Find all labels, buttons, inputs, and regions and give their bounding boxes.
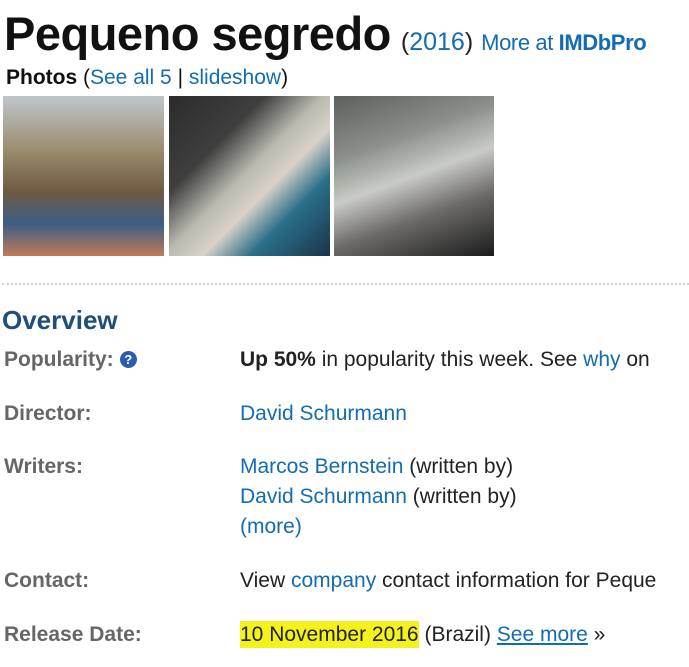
writer-role: (written by): [403, 455, 514, 478]
release-date-value: 10 November 2016 (Brazil) See more »: [240, 621, 606, 648]
release-date-highlight: 10 November 2016: [240, 621, 419, 648]
title-row: Pequeno segredo (2016) More at IMDbPro: [4, 6, 647, 61]
release-date-label: Release Date:: [4, 623, 142, 646]
photos-header: Photos (See all 5 | slideshow): [6, 66, 288, 90]
writer-item: Marcos Bernstein (written by): [240, 455, 513, 479]
imdbpro-brand: IMDbPro: [558, 30, 647, 55]
release-country: (Brazil): [418, 623, 497, 646]
see-more-arrow: »: [587, 623, 606, 646]
popularity-value: Up 50% in popularity this week. See why …: [240, 348, 650, 372]
popularity-label-text: Popularity:: [4, 348, 114, 371]
imdbpro-link-prefix: More at: [481, 30, 559, 55]
writers-label: Writers:: [4, 455, 83, 478]
popularity-trail: on: [620, 348, 650, 371]
photos-close-paren: ): [281, 66, 289, 89]
photo-thumbnail-people[interactable]: [169, 96, 330, 256]
contact-post: contact information for Peque: [376, 569, 657, 592]
director-link[interactable]: David Schurmann: [240, 402, 407, 425]
writer-link[interactable]: David Schurmann: [240, 485, 407, 508]
photo-thumbnail-scene[interactable]: [334, 96, 494, 256]
writers-more-link[interactable]: (more): [240, 515, 302, 538]
year-close-paren: ): [464, 28, 474, 56]
photos-separator: |: [171, 66, 189, 89]
title-year: (2016): [401, 28, 473, 56]
section-divider: [2, 283, 689, 285]
year-open-paren: (: [400, 28, 410, 56]
contact-label: Contact:: [4, 569, 90, 592]
writer-role: (written by): [406, 485, 517, 508]
photo-thumbnail-crowd[interactable]: [3, 96, 164, 256]
overview-heading: Overview: [2, 305, 118, 335]
photos-label: Photos: [6, 66, 78, 89]
imdbpro-link[interactable]: More at IMDbPro: [481, 30, 647, 55]
year-link[interactable]: 2016: [409, 28, 465, 56]
popularity-text: in popularity this week. See: [315, 348, 584, 371]
writers-more-wrap: (more): [240, 515, 302, 539]
see-more-link[interactable]: See more: [497, 623, 588, 646]
help-icon[interactable]: ?: [119, 351, 137, 368]
photos-open-paren: (: [77, 66, 90, 89]
popularity-label: Popularity:?: [4, 348, 137, 372]
contact-value: View company contact information for Peq…: [240, 569, 656, 593]
director-value: David Schurmann: [240, 402, 407, 426]
director-label: Director:: [4, 402, 92, 425]
contact-pre: View: [240, 569, 291, 592]
page-title: Pequeno segredo: [4, 7, 391, 60]
popularity-change: Up 50%: [240, 348, 316, 371]
writer-item: David Schurmann (written by): [240, 485, 517, 509]
see-all-photos-link[interactable]: See all 5: [90, 66, 172, 89]
company-link[interactable]: company: [291, 569, 376, 592]
slideshow-link[interactable]: slideshow: [189, 66, 281, 89]
why-link[interactable]: why: [583, 348, 620, 371]
writer-link[interactable]: Marcos Bernstein: [240, 455, 403, 478]
